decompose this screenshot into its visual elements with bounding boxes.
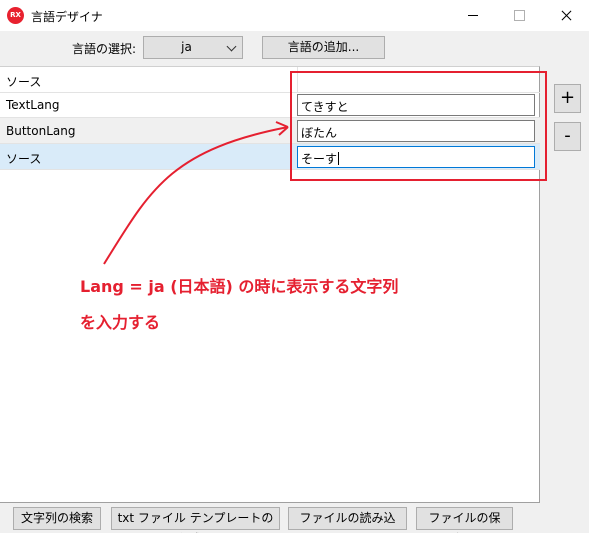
annotation-arrow <box>103 121 289 265</box>
annotation-text-line1: Lang = ja (日本語) の時に表示する文字列 <box>80 277 399 296</box>
search-strings-button[interactable]: 文字列の検索 <box>13 507 101 530</box>
create-template-button[interactable]: txt ファイル テンプレートの作成... <box>111 507 280 533</box>
save-file-button[interactable]: ファイルの保存... <box>416 507 513 533</box>
load-file-button[interactable]: ファイルの読み込み... <box>288 507 407 533</box>
annotation-text-line2: を入力する <box>80 313 161 332</box>
